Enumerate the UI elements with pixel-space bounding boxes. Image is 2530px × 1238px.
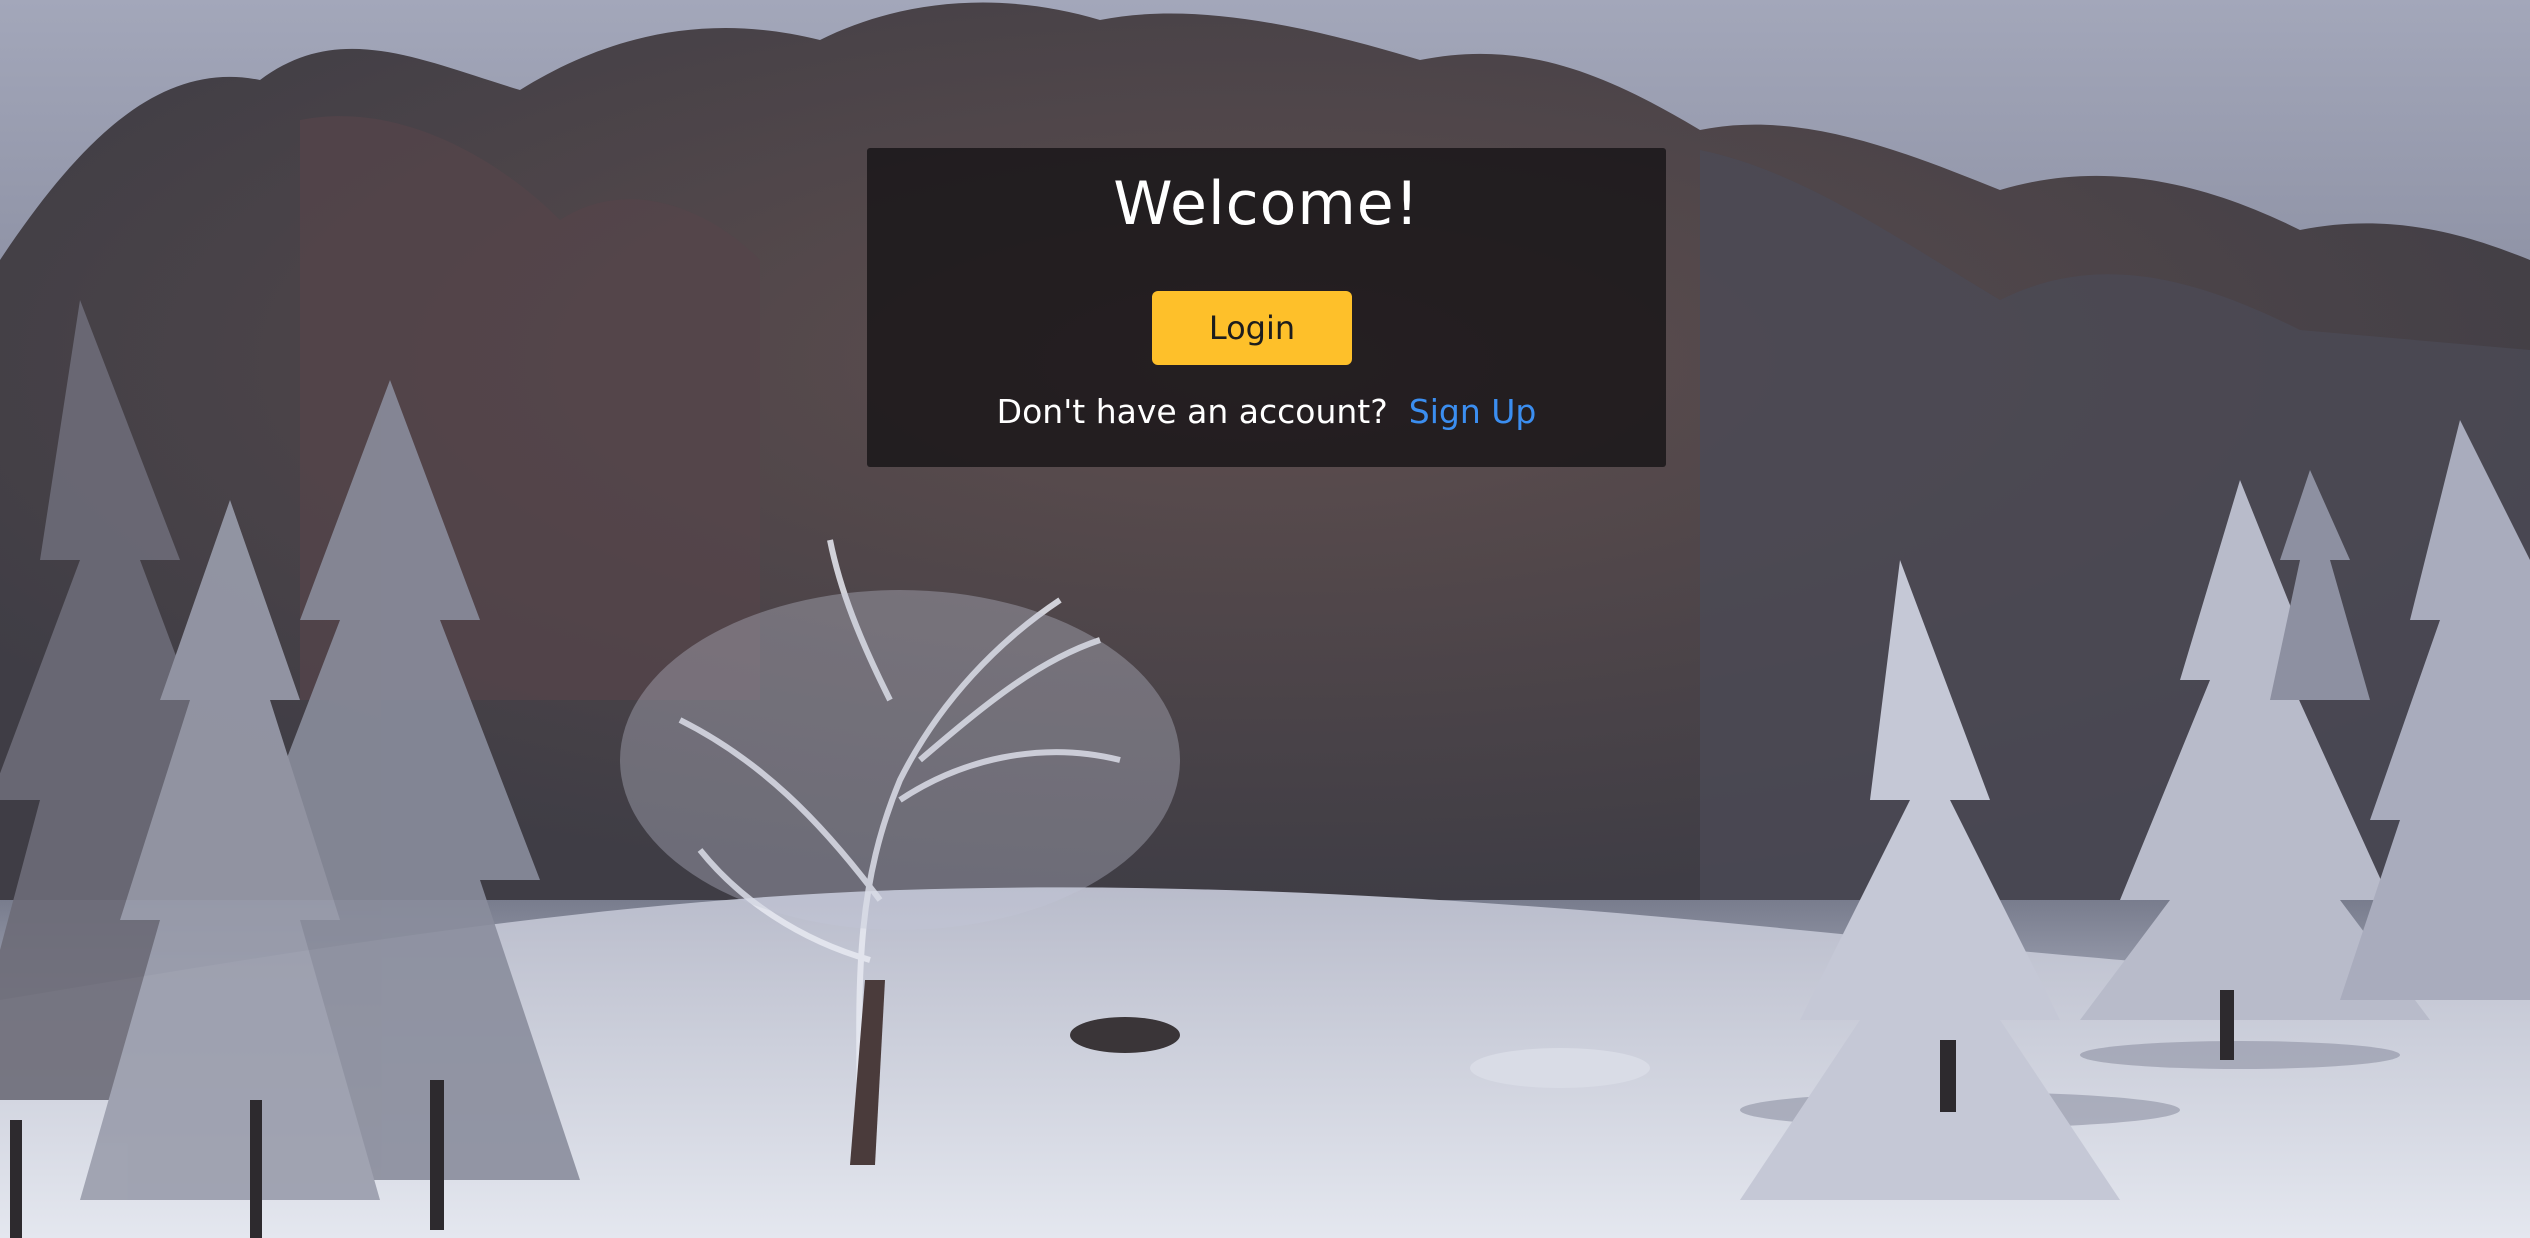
signup-prompt: Don't have an account? [996, 392, 1399, 431]
login-page: Welcome! Login Don't have an account? Si… [0, 0, 2530, 1238]
login-button[interactable]: Login [1152, 291, 1352, 365]
welcome-card: Welcome! Login Don't have an account? Si… [867, 148, 1666, 467]
signup-row: Don't have an account? Sign Up [867, 392, 1666, 431]
welcome-title: Welcome! [1113, 169, 1420, 239]
sign-up-link[interactable]: Sign Up [1409, 392, 1537, 431]
